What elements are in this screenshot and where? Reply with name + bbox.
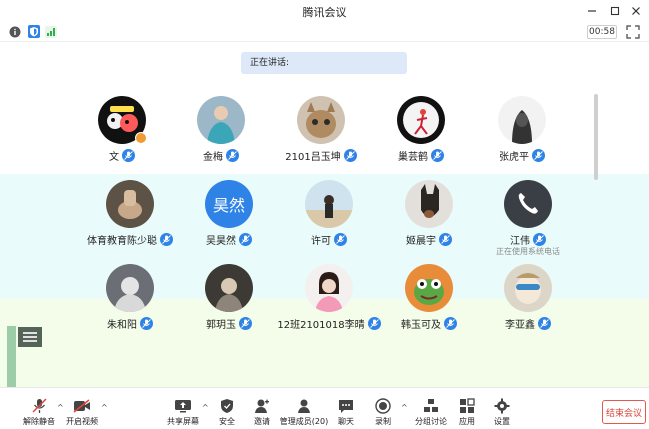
add-user-icon (253, 398, 271, 414)
participant-tile[interactable]: 江伟 正在使用系统电话 (473, 180, 583, 260)
signal-icon[interactable] (44, 25, 57, 38)
avatar (297, 96, 345, 144)
phone-icon (518, 193, 538, 214)
mic-icon (239, 317, 252, 330)
mic-icon (239, 233, 252, 246)
participant-name: 2101吕玉坤 (285, 152, 341, 163)
apps-icon (458, 398, 476, 414)
participant-tile[interactable]: 昊然 吴昊然 (174, 180, 284, 260)
mic-icon (334, 233, 347, 246)
participant-tile[interactable]: 巢芸鹤 (366, 96, 476, 176)
participant-name: 体育教育陈少聪 (87, 236, 157, 247)
fullscreen-icon[interactable] (626, 25, 640, 39)
avatar (305, 180, 353, 228)
share-screen-button[interactable]: 共享屏幕 (160, 398, 206, 429)
avatar (504, 264, 552, 312)
participant-name: 张虎平 (499, 152, 529, 163)
participant-tile[interactable]: 姬晨宇 (374, 180, 484, 260)
participant-name: 郭玥玉 (206, 320, 236, 331)
phone-status: 正在使用系统电话 (496, 247, 560, 256)
participant-tile[interactable]: 李亚鑫 (473, 264, 583, 344)
participant-name: 许可 (311, 236, 331, 247)
mic-icon (444, 317, 457, 330)
mic-icon (538, 317, 551, 330)
participant-name: 文 (109, 152, 119, 163)
participant-name: 金梅 (203, 152, 223, 163)
record-icon (374, 398, 392, 414)
avatar (106, 264, 154, 312)
grid-scrollbar[interactable] (594, 94, 598, 180)
participant-grid: 文 金梅 2101吕玉坤 巢芸鹤 张虎平 体育教育陈少聪 昊然 吴昊然 许可 姬… (0, 42, 649, 387)
participant-tile[interactable]: 韩玉可及 (374, 264, 484, 344)
avatar (498, 96, 546, 144)
mic-icon (532, 149, 545, 162)
unmute-button[interactable]: 解除静音 (16, 398, 62, 429)
end-meeting-button[interactable]: 结束会议 (602, 400, 646, 424)
host-badge (135, 132, 147, 144)
participant-name: 李亚鑫 (505, 320, 535, 331)
status-bar: 00:58 (0, 22, 649, 42)
breakout-icon (422, 398, 440, 414)
participant-name: 韩玉可及 (401, 320, 441, 331)
mic-icon (533, 233, 546, 246)
participant-tile[interactable]: 2101吕玉坤 (266, 96, 376, 176)
shield-icon[interactable] (27, 25, 40, 38)
participant-tile[interactable]: 张虎平 (467, 96, 577, 176)
participant-tile[interactable]: 文 (67, 96, 177, 176)
mic-icon (140, 317, 153, 330)
mic-icon (343, 149, 357, 162)
chevron-up-icon[interactable]: ^ (101, 404, 109, 412)
start-video-button[interactable]: 开启视频 (59, 398, 105, 429)
participant-tile[interactable]: 郭玥玉 (174, 264, 284, 344)
avatar: 昊然 (205, 180, 253, 228)
mic-icon (226, 149, 239, 162)
title-bar: 腾讯会议 (0, 0, 649, 22)
meeting-toolbar: 解除静音 ^ 开启视频 ^ 共享屏幕 ^ 安全 邀请 管理成员(20) 聊天 录… (0, 387, 649, 429)
mic-icon (431, 149, 444, 162)
avatar (397, 96, 445, 144)
mic-icon (160, 233, 173, 246)
close-icon[interactable] (627, 2, 645, 20)
participant-name: 朱和阳 (107, 320, 137, 331)
participant-tile[interactable]: 朱和阳 (75, 264, 185, 344)
avatar (305, 264, 353, 312)
chat-icon (337, 398, 355, 414)
participant-tile[interactable]: 12班2101018李晴 (274, 264, 384, 344)
members-icon (295, 398, 313, 414)
speaking-indicator: 正在讲话: (241, 52, 407, 74)
participant-name: 姬晨宇 (406, 236, 436, 247)
mic-icon (122, 149, 135, 162)
invite-button[interactable]: 邀请 (239, 398, 285, 429)
avatar (405, 264, 453, 312)
avatar (197, 96, 245, 144)
shield-icon (218, 398, 236, 414)
avatar (504, 180, 552, 228)
side-panel-strip (7, 326, 16, 387)
settings-button[interactable]: 设置 (479, 398, 525, 429)
video-off-icon (73, 398, 91, 414)
participant-name: 江伟 (510, 236, 530, 247)
participant-tile[interactable]: 体育教育陈少聪 (75, 180, 185, 260)
mic-off-icon (30, 398, 48, 414)
avatar (405, 180, 453, 228)
participant-tile[interactable]: 金梅 (166, 96, 276, 176)
info-icon[interactable] (8, 25, 21, 38)
gear-icon (493, 398, 511, 414)
minimize-icon[interactable] (583, 2, 601, 20)
avatar (205, 264, 253, 312)
participant-name: 吴昊然 (206, 236, 236, 247)
meeting-timer: 00:58 (587, 25, 617, 39)
participant-name: 巢芸鹤 (398, 152, 428, 163)
record-button[interactable]: 录制 (360, 398, 406, 429)
manage-members-button[interactable]: 管理成员(20) (280, 398, 328, 429)
avatar (106, 180, 154, 228)
list-icon[interactable] (18, 327, 42, 347)
window-title: 腾讯会议 (302, 6, 347, 19)
share-screen-icon (174, 398, 192, 414)
mic-icon (439, 233, 452, 246)
participant-name: 12班2101018李晴 (277, 320, 365, 331)
participant-tile[interactable]: 许可 (274, 180, 384, 260)
maximize-icon[interactable] (606, 2, 624, 20)
